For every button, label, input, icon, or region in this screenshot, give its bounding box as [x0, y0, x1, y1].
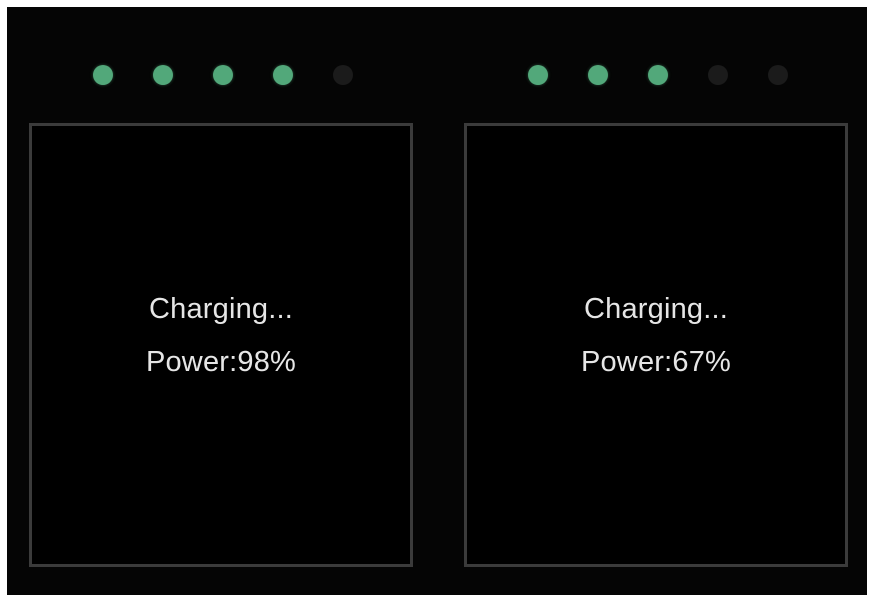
battery-led-icon — [588, 65, 608, 85]
charging-display: Charging... Power:98% Charging... Power:… — [7, 7, 867, 595]
battery-led-icon — [648, 65, 668, 85]
charging-status: Charging... — [583, 293, 729, 325]
battery-level-indicator-2 — [528, 65, 788, 85]
charging-status: Charging... — [148, 293, 294, 325]
battery-led-icon — [93, 65, 113, 85]
battery-led-icon — [708, 65, 728, 85]
battery-led-icon — [273, 65, 293, 85]
power-level: Power:67% — [580, 346, 732, 378]
charger-panel-2: Charging... Power:67% — [442, 7, 869, 595]
battery-led-icon — [528, 65, 548, 85]
charging-bay-2: Charging... Power:67% — [464, 123, 848, 567]
battery-led-icon — [153, 65, 173, 85]
battery-led-icon — [333, 65, 353, 85]
charger-panel-1: Charging... Power:98% — [7, 7, 437, 595]
power-level: Power:98% — [145, 346, 297, 378]
battery-led-icon — [213, 65, 233, 85]
battery-level-indicator-1 — [93, 65, 353, 85]
battery-led-icon — [768, 65, 788, 85]
charging-bay-1: Charging... Power:98% — [29, 123, 413, 567]
